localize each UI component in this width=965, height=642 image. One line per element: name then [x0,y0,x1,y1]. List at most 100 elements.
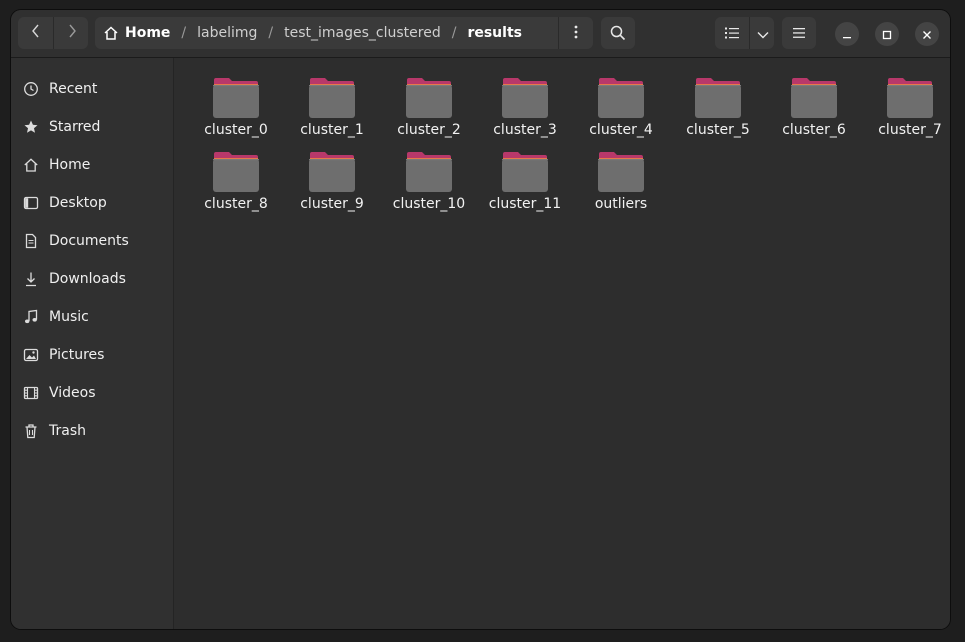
sidebar-item-music[interactable]: Music [11,298,173,336]
back-button[interactable] [18,17,53,49]
list-view-button[interactable] [715,17,748,49]
folder-name: cluster_6 [782,122,846,138]
folder-name: cluster_2 [397,122,461,138]
path-bar: Home / labelimg / test_images_clustered … [95,17,593,49]
sidebar-item-label: Starred [49,119,101,135]
search-icon [610,25,626,41]
folder-item[interactable]: cluster_10 [380,141,476,213]
folder-icon [308,150,356,194]
chevron-left-icon [31,23,41,43]
folder-icon [212,150,260,194]
sidebar-item-desktop[interactable]: Desktop [11,184,173,222]
download-icon [23,271,39,287]
desktop-icon [23,195,39,211]
folder-icon [308,76,356,120]
sidebar-item-label: Videos [49,385,96,401]
folder-icon [212,76,260,120]
sidebar-item-documents[interactable]: Documents [11,222,173,260]
folder-icon [597,150,645,194]
forward-button[interactable] [54,17,89,49]
folder-icon [597,76,645,120]
folder-item[interactable]: cluster_3 [476,67,572,139]
sidebar-item-home[interactable]: Home [11,146,173,184]
folder-icon [501,150,549,194]
path-menu-button[interactable] [558,17,593,49]
sidebar-item-recent[interactable]: Recent [11,70,173,108]
folder-icon [886,76,934,120]
breadcrumb-results[interactable]: results [467,25,522,41]
folder-item[interactable]: cluster_11 [476,141,572,213]
folder-name: cluster_11 [488,196,562,212]
folder-icon [501,76,549,120]
breadcrumb-labelimg[interactable]: labelimg [197,25,257,41]
star-icon [23,119,39,135]
search-button[interactable] [601,17,635,49]
folder-item[interactable]: cluster_6 [765,67,861,139]
sidebar-item-label: Music [49,309,89,325]
sidebar-item-label: Downloads [49,271,126,287]
main-menu-button[interactable] [782,17,816,49]
folder-item[interactable]: cluster_2 [380,67,476,139]
breadcrumb-home[interactable]: Home [125,25,170,41]
sidebar-item-videos[interactable]: Videos [11,374,173,412]
folder-item[interactable]: cluster_1 [283,67,379,139]
close-button[interactable] [915,22,939,46]
sidebar-item-downloads[interactable]: Downloads [11,260,173,298]
minimize-button[interactable] [835,22,859,46]
folder-name: cluster_8 [204,196,268,212]
clock-icon [23,81,39,97]
file-manager-window: Home / labelimg / test_images_clustered … [11,10,950,629]
folder-icon [405,76,453,120]
folder-name: cluster_0 [204,122,268,138]
document-icon [23,233,39,249]
view-options-dropdown[interactable] [749,17,775,49]
video-icon [23,385,39,401]
folder-name: cluster_1 [300,122,364,138]
kebab-menu-icon [574,24,578,43]
folder-name: cluster_10 [392,196,466,212]
home-icon [23,157,39,173]
view-switcher [715,17,774,49]
folder-icon [694,76,742,120]
sidebar-item-label: Pictures [49,347,105,363]
folder-name: outliers [594,196,648,212]
sidebar-item-label: Home [49,157,91,173]
folder-item[interactable]: cluster_5 [669,67,765,139]
minimize-icon [842,25,852,44]
folder-name: cluster_7 [878,122,942,138]
navigation-buttons [18,17,88,49]
sidebar-item-trash[interactable]: Trash [11,412,173,450]
trash-icon [23,423,39,439]
folder-name: cluster_4 [589,122,653,138]
list-view-icon [724,24,739,43]
sidebar: Recent Starred Home Desktop Documents Do… [11,58,174,629]
close-icon [922,25,932,44]
maximize-icon [882,25,892,44]
header-bar: Home / labelimg / test_images_clustered … [11,10,950,58]
folder-item[interactable]: outliers [572,141,668,213]
sidebar-item-label: Documents [49,233,129,249]
hamburger-menu-icon [792,27,806,39]
folder-icon [405,150,453,194]
folder-name: cluster_9 [300,196,364,212]
breadcrumb-test-images-clustered[interactable]: test_images_clustered [284,25,441,41]
home-icon [103,25,119,41]
sidebar-item-label: Recent [49,81,98,97]
folder-item[interactable]: cluster_8 [187,141,283,213]
picture-icon [23,347,39,363]
sidebar-item-starred[interactable]: Starred [11,108,173,146]
file-grid: cluster_0 cluster_1 cluster_2 cluster_3 … [174,58,950,629]
folder-item[interactable]: cluster_4 [572,67,668,139]
chevron-down-icon [757,24,769,43]
maximize-button[interactable] [875,22,899,46]
folder-icon [790,76,838,120]
folder-name: cluster_3 [493,122,557,138]
folder-item[interactable]: cluster_0 [187,67,283,139]
folder-item[interactable]: cluster_7 [861,67,950,139]
sidebar-item-pictures[interactable]: Pictures [11,336,173,374]
music-icon [23,309,39,325]
folder-item[interactable]: cluster_9 [283,141,379,213]
sidebar-item-label: Trash [49,423,86,439]
sidebar-item-label: Desktop [49,195,107,211]
chevron-right-icon [67,23,77,43]
